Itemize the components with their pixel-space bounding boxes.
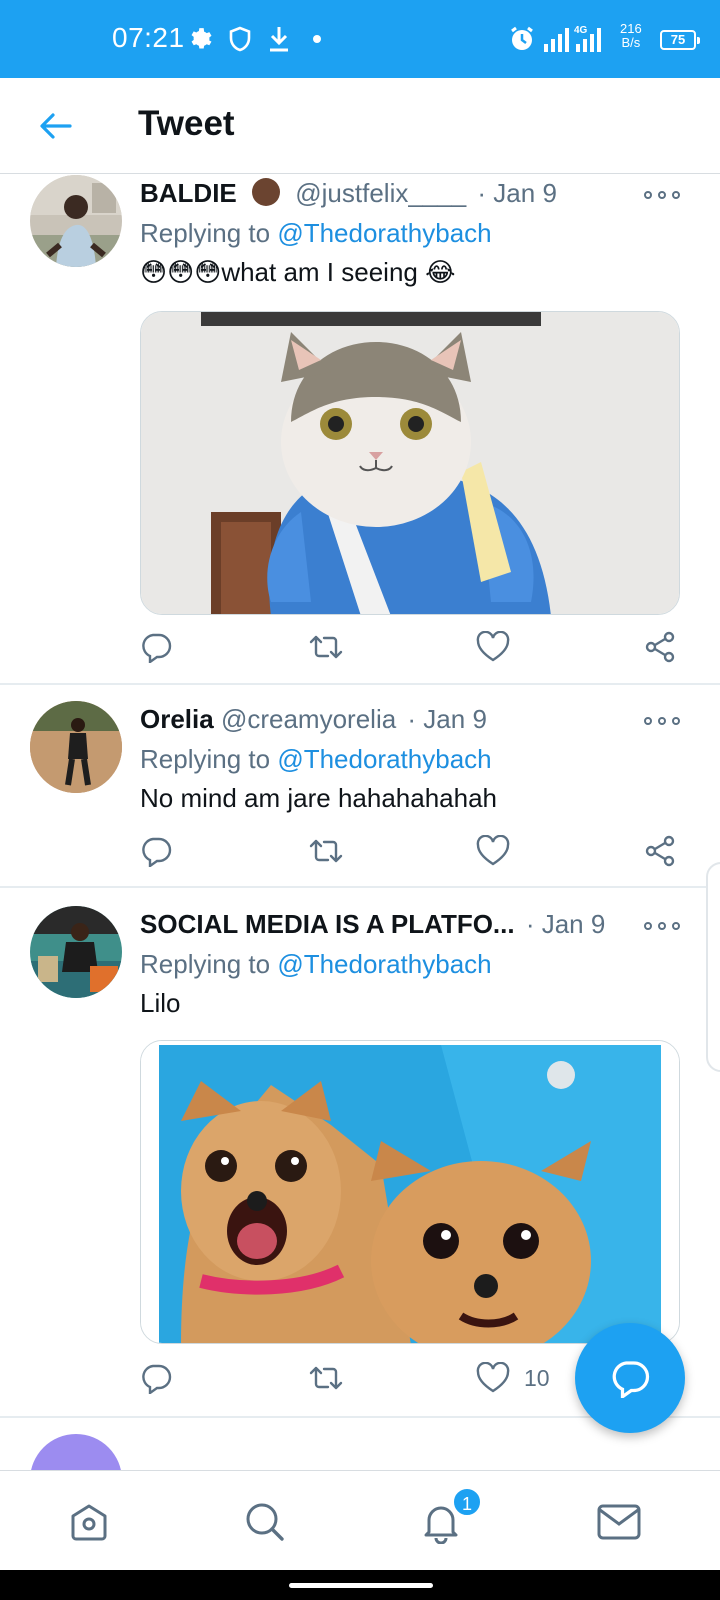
notification-badge: 1 [452, 1487, 482, 1517]
network-speed-unit: B/s [621, 35, 641, 50]
edge-panel-handle[interactable] [706, 862, 720, 1072]
replying-to: Replying to @Thedorathybach [140, 743, 680, 775]
search-icon [246, 1503, 284, 1541]
heart-icon [476, 631, 510, 662]
home-gesture-handle[interactable] [289, 1583, 433, 1588]
like-button[interactable] [476, 627, 524, 667]
app-header: Tweet [0, 78, 720, 174]
reply-button[interactable] [140, 831, 172, 871]
tweet-item[interactable]: BALDIE @justfelix____ · Jan 9 Replying t… [0, 175, 720, 685]
reply-bubble-icon [612, 1361, 650, 1398]
retweet-icon [309, 1366, 343, 1390]
share-button[interactable] [644, 627, 676, 667]
tweet-media-image[interactable] [140, 311, 680, 615]
retweet-icon [309, 839, 343, 863]
status-time: 07:21 [112, 22, 185, 53]
retweet-icon [309, 635, 343, 659]
more-options-icon[interactable] [644, 185, 680, 205]
compose-reply-button[interactable] [575, 1323, 685, 1433]
tweet-header: BALDIE @justfelix____ · Jan 9 [140, 177, 680, 209]
replying-to-label: Replying to [140, 949, 271, 979]
back-button[interactable] [34, 106, 78, 146]
retweet-button[interactable] [308, 627, 344, 667]
replying-to: Replying to @Thedorathybach [140, 217, 680, 249]
avatar[interactable] [30, 701, 122, 793]
author-handle[interactable]: @justfelix____ [295, 178, 466, 208]
retweet-button[interactable] [308, 831, 344, 871]
like-count: 10 [524, 1364, 550, 1391]
more-options-icon[interactable] [644, 916, 680, 936]
nav-messages[interactable] [594, 1497, 644, 1547]
tweet-content: Orelia @creamyorelia · Jan 9 Replying to… [140, 703, 680, 815]
settings-icon [186, 24, 214, 54]
avatar[interactable] [30, 175, 122, 267]
battery-indicator: 75 [660, 30, 700, 50]
tweet-header: SOCIAL MEDIA IS A PLATFO... · Jan 9 [140, 908, 680, 940]
network-speed-value: 216 [620, 21, 642, 36]
tweet-item[interactable]: Orelia @creamyorelia · Jan 9 Replying to… [0, 685, 720, 888]
tweet-actions [140, 627, 688, 667]
tweet-actions [140, 831, 688, 871]
alarm-icon [508, 24, 536, 54]
reply-icon [142, 837, 172, 867]
mention-link[interactable]: @Thedorathybach [277, 744, 491, 774]
download-icon [265, 24, 293, 54]
tweet-header: Orelia @creamyorelia · Jan 9 [140, 703, 680, 735]
network-speed: 216 B/s [620, 22, 642, 50]
mention-link[interactable]: @Thedorathybach [277, 218, 491, 248]
bottom-navigation: 1 [0, 1470, 720, 1570]
more-options-icon[interactable] [644, 711, 680, 731]
avatar[interactable] [30, 1434, 122, 1470]
tweet-date[interactable]: · Jan 9 [407, 704, 487, 734]
network-type-label: 4G [574, 25, 588, 36]
heart-icon [476, 1362, 510, 1393]
share-button[interactable] [644, 831, 676, 871]
replying-to-label: Replying to [140, 744, 271, 774]
like-button[interactable] [476, 831, 524, 871]
replying-to: Replying to @Thedorathybach [140, 948, 680, 980]
author-name[interactable]: Orelia [140, 704, 214, 734]
author-name[interactable]: BALDIE [140, 178, 237, 208]
tweet-text: No mind am jare hahahahahah [140, 783, 498, 813]
avatar[interactable] [30, 906, 122, 998]
mention-link[interactable]: @Thedorathybach [277, 949, 491, 979]
page-title: Tweet [138, 104, 235, 143]
shield-icon [226, 24, 254, 54]
share-icon [645, 835, 675, 867]
like-button[interactable]: 10 [476, 1358, 550, 1398]
reply-feed: BALDIE @justfelix____ · Jan 9 Replying t… [0, 175, 720, 1470]
status-bar: 07:21 4G 216 B/s 75 [0, 0, 720, 78]
author-name[interactable]: SOCIAL MEDIA IS A PLATFO... [140, 909, 515, 939]
share-icon [645, 631, 675, 663]
mail-icon [597, 1504, 641, 1540]
tweet-date[interactable]: · Jan 9 [477, 178, 557, 208]
home-icon [71, 1504, 107, 1541]
retweet-button[interactable] [308, 1358, 344, 1398]
author-handle[interactable]: @creamyorelia [221, 704, 396, 734]
replying-to-label: Replying to [140, 218, 271, 248]
nav-home[interactable] [64, 1497, 114, 1547]
reply-icon [142, 633, 172, 663]
tweet-date[interactable]: · Jan 9 [526, 909, 606, 939]
system-navigation-bar [0, 1570, 720, 1600]
reply-icon [142, 1364, 172, 1394]
nav-search[interactable] [240, 1497, 290, 1547]
tweet-text: 😳😳😳what am I seeing 😂 [140, 257, 456, 287]
arrow-left-icon [40, 113, 72, 139]
notification-dot-icon [303, 24, 331, 54]
tweet-media-image[interactable] [140, 1040, 680, 1344]
tweet-text: Lilo [140, 988, 181, 1018]
signal-icon: 4G [544, 24, 606, 54]
heart-icon [476, 835, 510, 866]
tweet-content: BALDIE @justfelix____ · Jan 9 Replying t… [140, 177, 680, 615]
reply-button[interactable] [140, 1358, 172, 1398]
emoji-icon [252, 178, 281, 206]
reply-button[interactable] [140, 627, 172, 667]
tweet-content: SOCIAL MEDIA IS A PLATFO... · Jan 9 Repl… [140, 908, 680, 1344]
